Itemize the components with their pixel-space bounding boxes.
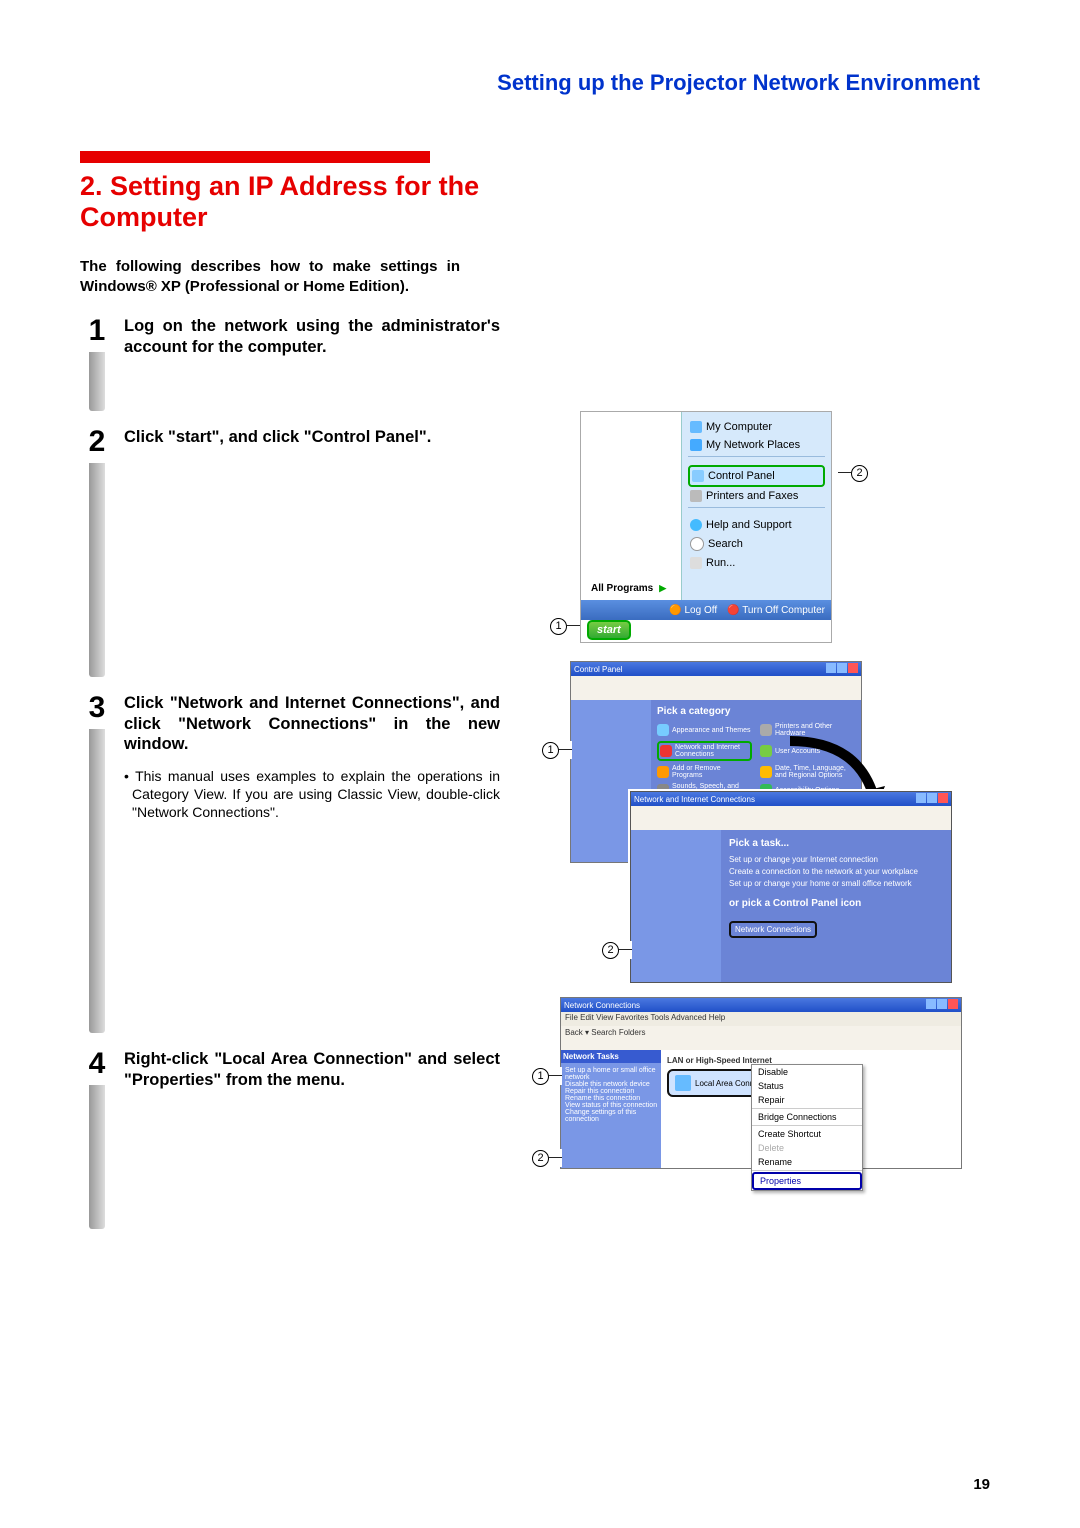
label: Help and Support [706, 519, 792, 531]
step-text: Right-click "Local Area Connection" and … [124, 1049, 500, 1090]
page-header: Setting up the Projector Network Environ… [80, 70, 980, 96]
task-item[interactable]: Create a connection to the network at yo… [729, 867, 943, 876]
network-connections-icon[interactable]: Network Connections [729, 921, 817, 938]
screenshot-network-internet: Network and Internet Connections Pick a … [630, 791, 952, 983]
steps-column: 1 Log on the network using the administr… [80, 316, 500, 1245]
label: My Computer [706, 421, 772, 433]
callout-2: 2— [532, 1149, 562, 1167]
menu-item-my-network-places[interactable]: My Network Places [688, 436, 825, 454]
task[interactable]: Repair this connection [565, 1088, 665, 1095]
screenshot-start-menu: My Computer My Network Places Control Pa… [580, 411, 832, 643]
screenshot-network-connections: Network Connections File Edit View Favor… [560, 997, 962, 1169]
task-item[interactable]: Set up or change your Internet connectio… [729, 855, 943, 864]
step-text: Click "Network and Internet Connections"… [124, 693, 500, 755]
sidebar [631, 830, 729, 982]
window-buttons[interactable] [915, 793, 948, 805]
window-buttons[interactable] [825, 663, 858, 675]
task[interactable]: View status of this connection [565, 1102, 665, 1109]
step-tail [89, 352, 105, 411]
cat-users[interactable]: User Accounts [760, 741, 855, 761]
network-tasks-heading: Network Tasks [561, 1050, 669, 1063]
ctx-bridge[interactable]: Bridge Connections [752, 1110, 862, 1124]
intro-text: The following describes how to make sett… [80, 257, 460, 296]
step-tail [89, 729, 105, 1033]
label: Run... [706, 557, 735, 569]
step-number: 4 [80, 1049, 114, 1079]
section-title: 2. Setting an IP Address for the Compute… [80, 171, 480, 233]
label: Control Panel [708, 470, 775, 482]
window-buttons[interactable] [925, 999, 958, 1011]
step-text: Click "start", and click "Control Panel"… [124, 427, 500, 448]
ctx-delete: Delete [752, 1141, 862, 1155]
ctx-status[interactable]: Status [752, 1079, 862, 1093]
step-tail [89, 1085, 105, 1229]
cat-addremove[interactable]: Add or Remove Programs [657, 765, 752, 779]
window-title: Network and Internet Connections [634, 795, 755, 804]
pick-category-heading: Pick a category [657, 706, 855, 717]
screenshots-column: My Computer My Network Places Control Pa… [520, 316, 980, 1245]
ctx-shortcut[interactable]: Create Shortcut [752, 1127, 862, 1141]
callout-1: 1— [550, 617, 580, 635]
callout-2: —2 [838, 464, 868, 482]
section-bar [80, 151, 430, 163]
or-pick-heading: or pick a Control Panel icon [729, 898, 943, 909]
ctx-rename[interactable]: Rename [752, 1155, 862, 1169]
step-number: 3 [80, 693, 114, 723]
step-text: Log on the network using the administrat… [124, 316, 500, 357]
step-number: 1 [80, 316, 114, 346]
label: Printers and Faxes [706, 490, 798, 502]
cat-appearance[interactable]: Appearance and Themes [657, 723, 752, 737]
step-note: This manual uses examples to explain the… [124, 767, 500, 822]
log-off-button[interactable]: 🟠 Log Off [669, 605, 717, 616]
task[interactable]: Change settings of this connection [565, 1109, 665, 1123]
callout-1: 1— [532, 1067, 562, 1085]
start-menu-bottom: 🟠 Log Off 🔴 Turn Off Computer [581, 600, 831, 620]
cat-network[interactable]: Network and Internet Connections [657, 741, 752, 761]
ctx-disable[interactable]: Disable [752, 1065, 862, 1079]
menu-item-help[interactable]: Help and Support [688, 516, 825, 534]
all-programs[interactable]: All Programs [591, 583, 666, 594]
context-menu: Disable Status Repair Bridge Connections… [751, 1064, 863, 1191]
cat-datetime[interactable]: Date, Time, Language, and Regional Optio… [760, 765, 855, 779]
label: Search [708, 538, 743, 550]
callout-2: 2— [602, 941, 632, 959]
pick-task-heading: Pick a task... [729, 838, 943, 849]
task[interactable]: Set up a home or small office network [565, 1067, 665, 1081]
menu-item-control-panel[interactable]: Control Panel [688, 465, 825, 487]
callout-1: 1— [542, 741, 572, 759]
menu-item-search[interactable]: Search [688, 534, 825, 554]
task[interactable]: Rename this connection [565, 1095, 665, 1102]
step-tail [89, 463, 105, 677]
window-title: Network Connections [564, 1001, 640, 1010]
menu-item-my-computer[interactable]: My Computer [688, 418, 825, 436]
label: My Network Places [706, 439, 800, 451]
ctx-repair[interactable]: Repair [752, 1093, 862, 1107]
cat-printers[interactable]: Printers and Other Hardware [760, 723, 855, 737]
task-item[interactable]: Set up or change your home or small offi… [729, 879, 943, 888]
page-number: 19 [973, 1476, 990, 1493]
menu-bar[interactable]: File Edit View Favorites Tools Advanced … [561, 1012, 961, 1026]
start-button[interactable]: start [587, 620, 631, 640]
menu-item-run[interactable]: Run... [688, 554, 825, 572]
step-number: 2 [80, 427, 114, 457]
task[interactable]: Disable this network device [565, 1081, 665, 1088]
menu-item-printers[interactable]: Printers and Faxes [688, 487, 825, 505]
window-title: Control Panel [574, 665, 622, 674]
turn-off-button[interactable]: 🔴 Turn Off Computer [727, 605, 825, 616]
ctx-properties[interactable]: Properties [752, 1172, 862, 1190]
